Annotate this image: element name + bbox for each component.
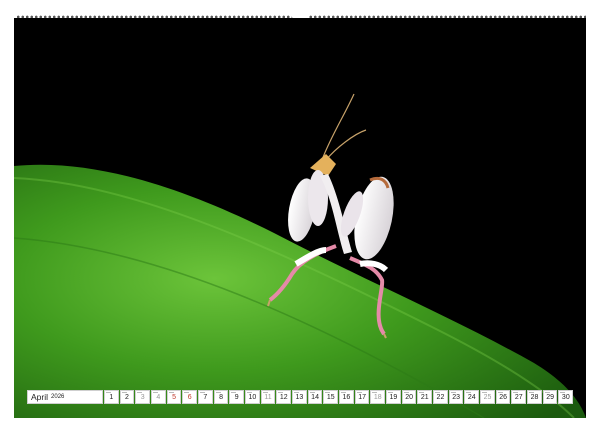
calendar-day: 23 — [448, 390, 464, 404]
calendar-day: 29 — [542, 390, 558, 404]
month-label-cell: April 2026 — [27, 390, 103, 404]
calendar-day: 7 — [198, 390, 213, 404]
calendar-day: 12 — [276, 390, 292, 404]
calendar-day: 24 — [464, 390, 480, 404]
day-cells: 1 2 3 4 5 6 7 8 9 10 11 12 13 14 15 16 17 18 19 20 21 22 23 24 2… — [104, 390, 574, 404]
calendar-photo — [14, 18, 586, 418]
month-name: April — [31, 392, 49, 402]
calendar-day: 8 — [213, 390, 229, 404]
calendar-day: 9 — [229, 390, 245, 404]
calendar-day: 3 — [135, 390, 151, 404]
calendar-day: 1 — [104, 390, 119, 404]
calendar-day: 2 — [119, 390, 135, 404]
calendar-day: 16 — [339, 390, 354, 404]
calendar-day: 11 — [260, 390, 276, 404]
calendar-day: 5 — [166, 390, 182, 404]
month-year: 2026 — [51, 394, 65, 400]
calendar-day: 21 — [417, 390, 433, 404]
calendar-day: 22 — [433, 390, 448, 404]
calendar-strip: April 2026 1 2 3 4 5 6 7 8 9 10 11 12 13 14 15 16 17 18 19… — [27, 390, 574, 404]
calendar-day: 10 — [245, 390, 260, 404]
calendar-day: 14 — [307, 390, 323, 404]
calendar-day: 28 — [527, 390, 542, 404]
calendar-day: 18 — [370, 390, 386, 404]
calendar-day: 27 — [511, 390, 527, 404]
calendar-day: 25 — [480, 390, 495, 404]
calendar-day: 6 — [182, 390, 198, 404]
calendar-day: 26 — [495, 390, 511, 404]
calendar-day: 19 — [386, 390, 401, 404]
calendar-day: 20 — [401, 390, 417, 404]
mantis-leaf-illustration — [14, 18, 586, 418]
calendar-day: 13 — [292, 390, 307, 404]
calendar-day: 4 — [151, 390, 166, 404]
calendar-day: 15 — [323, 390, 339, 404]
calendar-day: 17 — [354, 390, 370, 404]
calendar-day: 30 — [558, 390, 574, 404]
